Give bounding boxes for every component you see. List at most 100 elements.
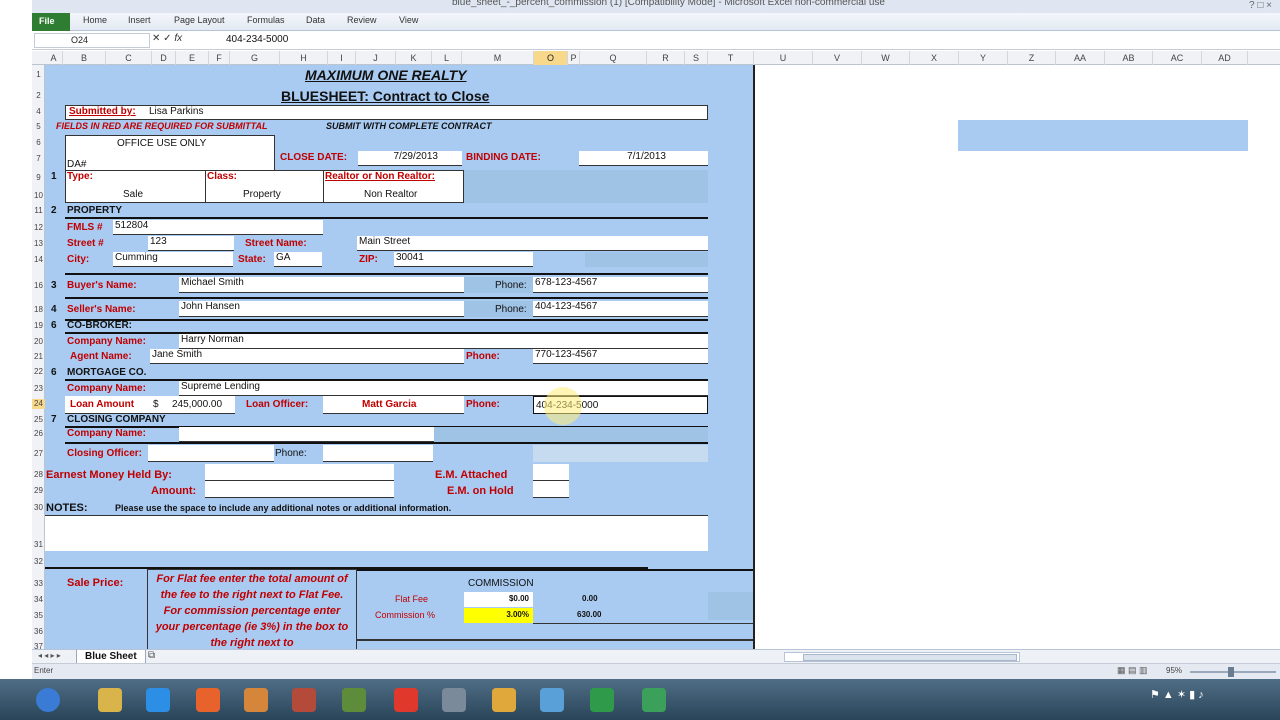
row-header-33[interactable]: 33: [32, 579, 45, 589]
row-header-13[interactable]: 13: [32, 239, 45, 249]
column-header-u[interactable]: U: [754, 51, 813, 65]
submitted-by-value[interactable]: Lisa Parkins: [149, 106, 203, 117]
zoom-slider[interactable]: [1190, 667, 1276, 677]
column-header-s[interactable]: S: [685, 51, 708, 65]
scrollbar-thumb[interactable]: [803, 654, 1017, 661]
formula-input[interactable]: 404-234-5000: [222, 31, 1272, 50]
column-header-k[interactable]: K: [396, 51, 432, 65]
commission-pct-field[interactable]: 3.00%: [464, 608, 533, 623]
column-header-y[interactable]: Y: [959, 51, 1008, 65]
excel-icon[interactable]: [582, 683, 622, 717]
seller-phone-field[interactable]: 404-123-4567: [533, 301, 708, 317]
column-header-m[interactable]: M: [462, 51, 534, 65]
sheet-tab-blue-sheet[interactable]: Blue Sheet: [76, 650, 146, 664]
row-header-31[interactable]: 31: [32, 540, 45, 550]
enter-icon[interactable]: ✓: [163, 33, 171, 44]
row-header-34[interactable]: 34: [32, 595, 45, 605]
column-header-c[interactable]: C: [106, 51, 152, 65]
column-header-aa[interactable]: AA: [1056, 51, 1105, 65]
view-buttons-icon[interactable]: ▦ ▤ ▥: [1117, 665, 1148, 676]
column-header-h[interactable]: H: [280, 51, 328, 65]
row-header-18[interactable]: 18: [32, 305, 45, 315]
fmls-field[interactable]: 512804: [113, 220, 323, 235]
column-header-z[interactable]: Z: [1008, 51, 1056, 65]
tab-insert[interactable]: Insert: [128, 15, 151, 25]
name-box[interactable]: O24: [34, 33, 150, 48]
column-header-b[interactable]: B: [63, 51, 106, 65]
earnest-money-field[interactable]: [205, 464, 394, 481]
column-header-e[interactable]: E: [176, 51, 209, 65]
column-header-f[interactable]: F: [209, 51, 230, 65]
tab-review[interactable]: Review: [347, 15, 377, 25]
co-broker-company-field[interactable]: Harry Norman: [179, 334, 708, 349]
row-header-30[interactable]: 30: [32, 503, 45, 513]
row-header-28[interactable]: 28: [32, 470, 45, 480]
hp-icon[interactable]: [334, 683, 374, 717]
row-header-7[interactable]: 7: [32, 154, 45, 164]
column-header-ab[interactable]: AB: [1105, 51, 1153, 65]
column-header-p[interactable]: P: [568, 51, 580, 65]
column-header-r[interactable]: R: [647, 51, 685, 65]
horizontal-scrollbar[interactable]: [784, 652, 1020, 662]
firefox-icon[interactable]: [188, 683, 228, 717]
tab-view[interactable]: View: [399, 15, 418, 25]
mortgage-company-field[interactable]: Supreme Lending: [179, 381, 708, 396]
class-value[interactable]: Property: [243, 189, 281, 200]
state-field[interactable]: GA: [274, 252, 322, 267]
row-header-29[interactable]: 29: [32, 486, 45, 496]
notes-box[interactable]: [45, 515, 708, 551]
row-header-16[interactable]: 16: [32, 281, 45, 291]
row-header-10[interactable]: 10: [32, 191, 45, 201]
column-header-ad[interactable]: AD: [1202, 51, 1248, 65]
buyer-phone-field[interactable]: 678-123-4567: [533, 277, 708, 293]
column-header-w[interactable]: W: [862, 51, 910, 65]
row-header-24[interactable]: 24: [32, 399, 45, 409]
column-header-t[interactable]: T: [708, 51, 754, 65]
media-player-icon[interactable]: [236, 683, 276, 717]
column-header-d[interactable]: D: [152, 51, 176, 65]
row-header-14[interactable]: 14: [32, 255, 45, 265]
outlook-icon[interactable]: [484, 683, 524, 717]
windows-start-icon[interactable]: [28, 683, 68, 717]
em-attached-field[interactable]: [533, 464, 569, 481]
sheet-nav-arrows[interactable]: ◂ ◂ ▸ ▸: [38, 651, 61, 660]
column-header-g[interactable]: G: [230, 51, 280, 65]
screen-capture-icon[interactable]: [434, 683, 474, 717]
realtor-value[interactable]: Non Realtor: [364, 189, 417, 200]
tab-page-layout[interactable]: Page Layout: [174, 15, 225, 25]
binding-date-field[interactable]: 7/1/2013: [579, 151, 708, 166]
closing-company-field[interactable]: [179, 427, 434, 442]
column-header-o[interactable]: O: [534, 51, 568, 65]
row-header-6[interactable]: 6: [32, 138, 45, 148]
buyer-field[interactable]: Michael Smith: [179, 277, 464, 293]
insert-function-button[interactable]: fx: [174, 33, 182, 44]
row-header-20[interactable]: 20: [32, 337, 45, 347]
row-header-19[interactable]: 19: [32, 321, 45, 331]
printer-icon[interactable]: [284, 683, 324, 717]
row-header-1[interactable]: 1: [32, 70, 45, 80]
row-header-36[interactable]: 36: [32, 627, 45, 637]
row-header-9[interactable]: 9: [32, 173, 45, 183]
insert-sheet-icon[interactable]: ⧉: [148, 650, 155, 661]
row-header-4[interactable]: 4: [32, 107, 45, 117]
paint-icon[interactable]: [532, 683, 572, 717]
agent-phone-field[interactable]: 770-123-4567: [533, 349, 708, 364]
street-number-field[interactable]: 123: [148, 236, 234, 251]
row-header-12[interactable]: 12: [32, 223, 45, 233]
row-header-25[interactable]: 25: [32, 415, 45, 425]
type-value[interactable]: Sale: [123, 189, 143, 200]
row-header-5[interactable]: 5: [32, 122, 45, 132]
row-header-22[interactable]: 22: [32, 367, 45, 377]
system-tray-icons[interactable]: ⚑ ▲ ✶ ▮ ♪: [1150, 688, 1204, 701]
agent-name-field[interactable]: Jane Smith: [150, 349, 464, 364]
column-header-i[interactable]: I: [328, 51, 356, 65]
row-header-32[interactable]: 32: [32, 557, 45, 567]
column-header-x[interactable]: X: [910, 51, 959, 65]
window-controls[interactable]: ? □ ×: [1249, 0, 1272, 11]
column-header-v[interactable]: V: [813, 51, 862, 65]
amount-field[interactable]: [205, 481, 394, 498]
column-header-l[interactable]: L: [432, 51, 462, 65]
em-hold-field[interactable]: [533, 481, 569, 498]
street-name-field[interactable]: Main Street: [357, 236, 708, 251]
tab-data[interactable]: Data: [306, 15, 325, 25]
